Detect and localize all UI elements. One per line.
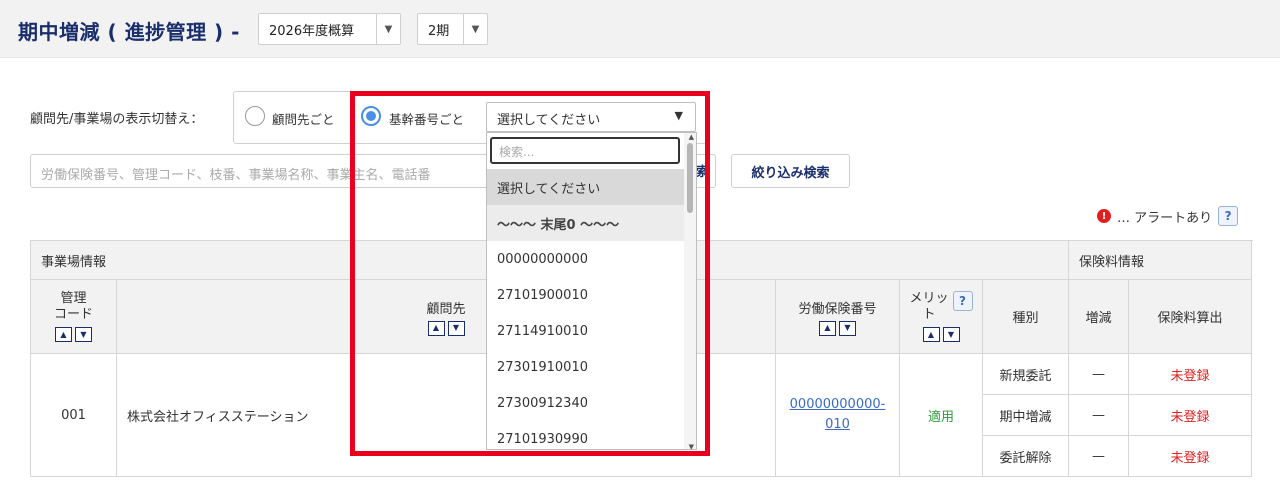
year-select[interactable]: 2026年度概算 ▼: [258, 13, 401, 45]
chevron-down-icon[interactable]: ▼: [376, 14, 400, 44]
cell-calc-status[interactable]: 未登録: [1128, 394, 1252, 436]
year-select-value: 2026年度概算: [269, 23, 355, 39]
radio-client[interactable]: [245, 106, 265, 126]
cell-change: —: [1068, 435, 1129, 477]
alert-legend: ! … アラートあり ?: [1097, 206, 1239, 226]
page-header: 期中増減 ( 進捗管理 ) - 2026年度概算 ▼ 2期 ▼: [0, 0, 1280, 58]
sort-desc-icon[interactable]: ▼: [942, 327, 960, 342]
page-title: 期中増減 ( 進捗管理 ) -: [18, 20, 240, 44]
cell-calc-status[interactable]: 未登録: [1128, 435, 1252, 477]
sort-asc-icon[interactable]: ▲: [922, 327, 940, 342]
group-header-premium: 保険料情報: [1068, 240, 1252, 280]
sort-asc-icon[interactable]: ▲: [55, 327, 72, 342]
cell-calc-status[interactable]: 未登録: [1128, 353, 1252, 395]
cell-insurance-no: 00000000000- 010: [775, 353, 900, 477]
help-icon[interactable]: ?: [1218, 206, 1239, 226]
col-header-calc: 保険料算出: [1128, 279, 1252, 354]
narrow-search-button[interactable]: 絞り込み検索: [731, 154, 850, 188]
col-header-merit: メリッ ト ? ▲ ▼: [899, 279, 983, 354]
term-select-value: 2期: [428, 23, 450, 39]
highlight-frame: [350, 91, 710, 456]
sort-asc-icon[interactable]: ▲: [819, 320, 836, 336]
help-icon[interactable]: ?: [952, 291, 973, 311]
col-header-change: 増減: [1068, 279, 1129, 354]
cell-change: —: [1068, 394, 1129, 436]
col-code-label: 管理 コード: [53, 291, 93, 322]
sort-desc-icon[interactable]: ▼: [839, 320, 856, 336]
cell-type: 新規委託: [982, 353, 1069, 395]
col-merit-label: メリッ ト: [909, 291, 949, 322]
cell-type: 委託解除: [982, 435, 1069, 477]
display-toggle-label: 顧問先/事業場の表示切替え：: [30, 112, 204, 127]
col-insurance-no-label: 労働保険番号: [798, 301, 877, 317]
col-header-code: 管理 コード ▲ ▼: [30, 279, 117, 354]
cell-type: 期中増減: [982, 394, 1069, 436]
cell-change: —: [1068, 353, 1129, 395]
col-header-type: 種別: [982, 279, 1069, 354]
alert-legend-text: … アラートあり: [1117, 210, 1213, 226]
cell-merit: 適用: [899, 353, 983, 477]
col-header-insurance-no: 労働保険番号 ▲ ▼: [775, 279, 900, 354]
alert-icon: !: [1097, 209, 1111, 223]
sort-desc-icon[interactable]: ▼: [75, 327, 92, 342]
chevron-down-icon[interactable]: ▼: [463, 14, 487, 44]
term-select[interactable]: 2期 ▼: [417, 13, 488, 45]
cell-code: 001: [30, 353, 117, 477]
radio-client-label[interactable]: 顧問先ごと: [272, 109, 335, 128]
insurance-no-link[interactable]: 00000000000- 010: [790, 397, 886, 432]
